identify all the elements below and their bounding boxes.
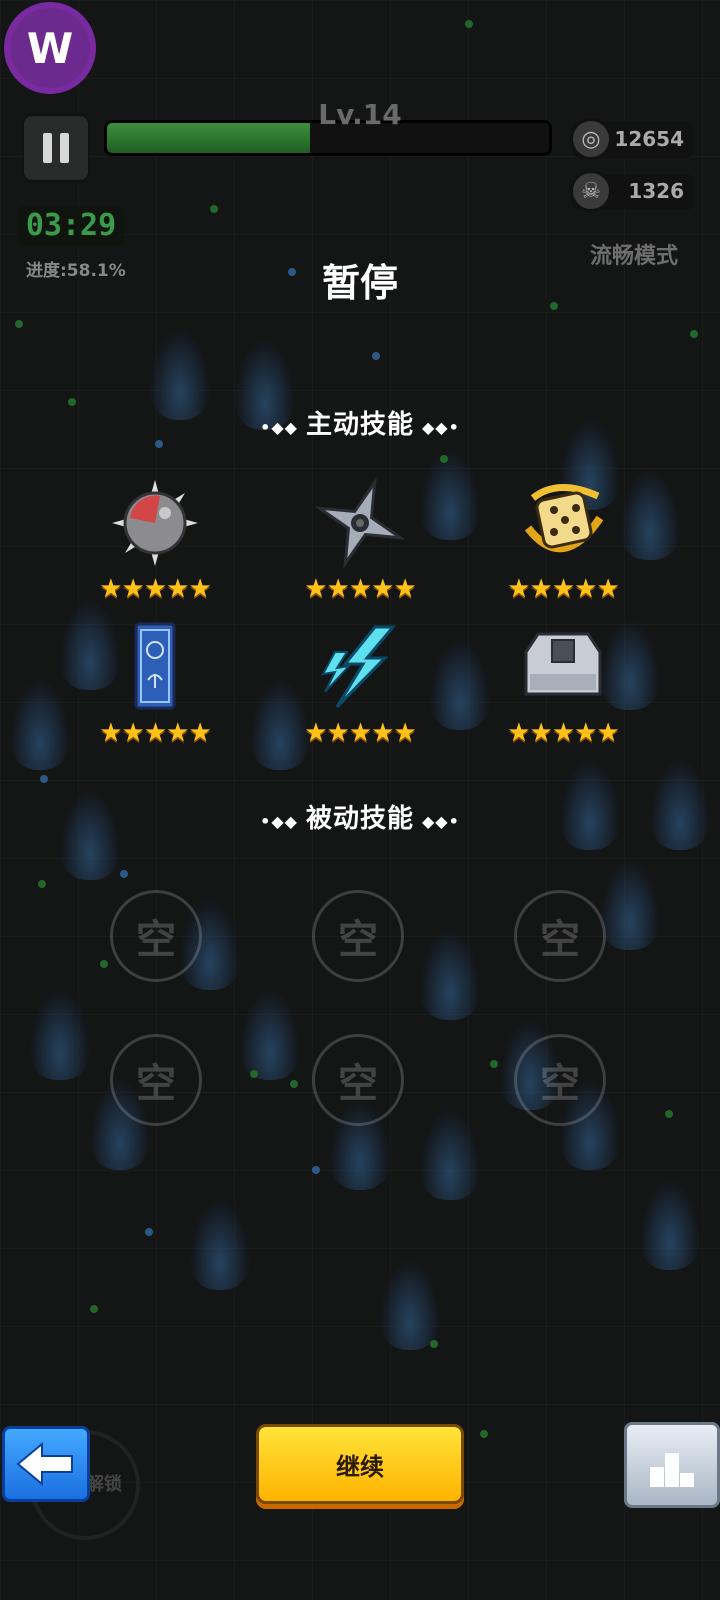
active-skill-slot[interactable]: ★★★★★ [285, 478, 435, 618]
kill-value: 1326 [628, 179, 684, 203]
passive-skill-empty-slot: 空 [110, 1034, 202, 1126]
passive-skill-empty-slot: 空 [514, 1034, 606, 1126]
logo-letter: W [26, 23, 74, 73]
decor-dots: ◆◆• [422, 812, 460, 831]
lightning-icon [315, 622, 405, 712]
shuriken-icon [315, 478, 405, 568]
skill-stars: ★★★★★ [507, 574, 620, 604]
active-skills-label: 主动技能 [305, 410, 414, 440]
passive-skill-empty-slot: 空 [312, 1034, 404, 1126]
app-logo: W [4, 2, 96, 94]
leaderboard-button[interactable] [624, 1422, 720, 1508]
back-arrow-icon [16, 1442, 73, 1486]
continue-button[interactable]: 继续 [256, 1424, 464, 1504]
coin-value: 12654 [614, 127, 684, 151]
active-skill-slot[interactable]: ★★★★★ [80, 478, 230, 618]
decor-dots: •◆◆ [260, 418, 298, 437]
skill-stars: ★★★★★ [304, 718, 417, 748]
passive-skills-label: 被动技能 [305, 804, 414, 834]
passive-skill-empty-slot: 空 [312, 890, 404, 982]
coin-icon: ◎ [570, 118, 612, 160]
passive-skill-empty-slot: 空 [514, 890, 606, 982]
spiked-ball-icon [110, 478, 200, 568]
active-skill-slot[interactable]: ★★★★★ [488, 478, 638, 618]
skull-icon: ☠ [570, 170, 612, 212]
active-skill-slot[interactable]: ★★★★★ [80, 622, 230, 762]
active-skill-slot[interactable]: ★★★★★ [285, 622, 435, 762]
podium-icon [650, 1453, 694, 1487]
pause-icon [60, 133, 69, 163]
decor-dots: ◆◆• [422, 418, 460, 437]
game-timer: 03:29 [18, 206, 124, 246]
passive-skills-heading: •◆◆ 被动技能 ◆◆• [0, 798, 720, 835]
level-label: Lv.14 [318, 98, 402, 131]
back-button[interactable] [2, 1426, 90, 1502]
kill-counter: ☠ 1326 [570, 170, 694, 212]
active-skills-heading: •◆◆ 主动技能 ◆◆• [0, 404, 720, 441]
passive-skill-empty-slot: 空 [110, 890, 202, 982]
golden-dice-icon [518, 478, 608, 568]
coin-counter: ◎ 12654 [570, 118, 694, 160]
pause-title: 暂停 [321, 261, 398, 305]
xp-bar-fill [107, 123, 311, 153]
skill-stars: ★★★★★ [507, 718, 620, 748]
pause-icon [43, 133, 52, 163]
unlock-label: 解锁 [86, 1474, 122, 1495]
skill-stars: ★★★★★ [99, 718, 212, 748]
skill-stars: ★★★★★ [99, 574, 212, 604]
talisman-card-icon [110, 622, 200, 712]
stone-block-icon [518, 622, 608, 712]
pause-button[interactable] [22, 114, 90, 182]
skill-stars: ★★★★★ [304, 574, 417, 604]
active-skill-slot[interactable]: ★★★★★ [488, 622, 638, 762]
decor-dots: •◆◆ [260, 812, 298, 831]
